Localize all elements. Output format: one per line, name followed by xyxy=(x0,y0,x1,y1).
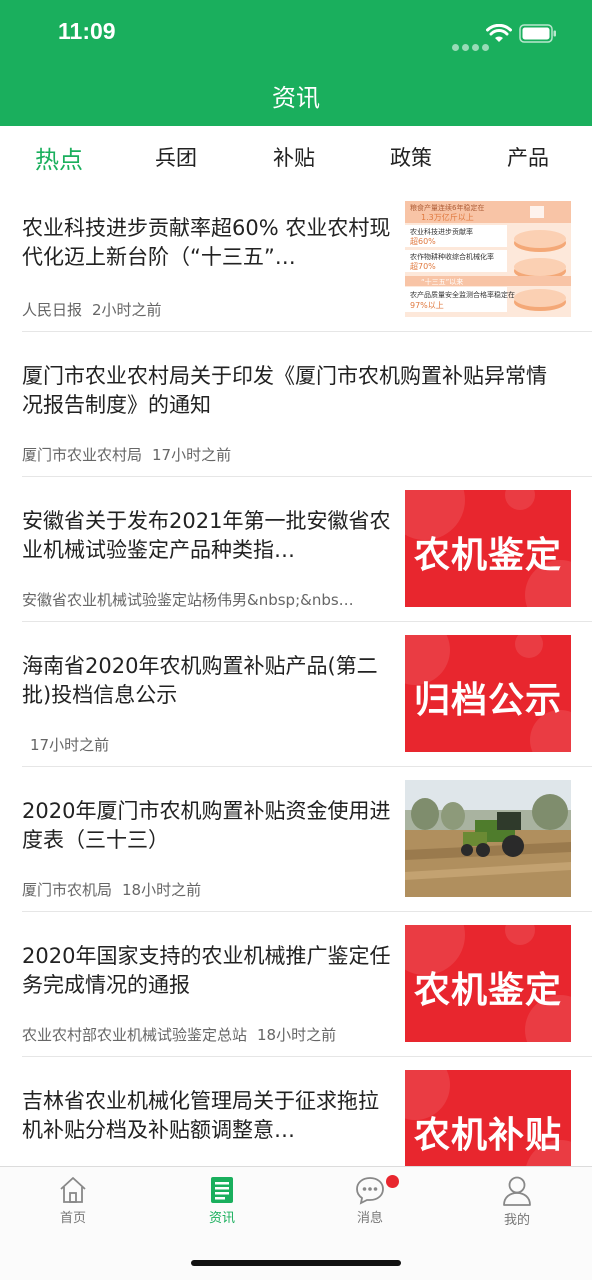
list-item[interactable]: 厦门市农业农村局关于印发《厦门市农机购置补贴异常情况报告制度》的通知 厦门市农业… xyxy=(0,332,592,477)
article-source: 厦门市农业农村局 xyxy=(22,446,143,464)
article-source: 人民日报 xyxy=(22,301,83,319)
article-source: 安徽省农业机械试验鉴定站杨伟男&nbsp;&nbs… xyxy=(22,591,354,609)
list-item[interactable]: 2020年厦门市农机购置补贴资金使用进度表（三十三） 厦门市农机局 18小时之前 xyxy=(0,767,592,912)
svg-text:农产品质量安全监测合格率稳定在: 农产品质量安全监测合格率稳定在 xyxy=(410,290,515,299)
news-feed: 农业科技进步贡献率超60% 农业农村现代化迈上新台阶（“十三五”… 人民日报 2小… xyxy=(0,188,592,1166)
article-thumbnail: 农机补贴 xyxy=(405,1070,571,1166)
article-source: 厦门市农机局 xyxy=(22,881,113,899)
article-time: 17小时之前 xyxy=(152,446,232,464)
article-time: 17小时之前 xyxy=(30,736,110,754)
tabbar-home[interactable]: 首页 xyxy=(33,1175,113,1226)
status-bar: 11:09 xyxy=(0,0,592,66)
svg-text:“十三五”以来: “十三五”以来 xyxy=(421,277,463,286)
thumbnail-label: 农机鉴定 xyxy=(413,535,562,576)
list-item[interactable]: 农业科技进步贡献率超60% 农业农村现代化迈上新台阶（“十三五”… 人民日报 2小… xyxy=(0,188,592,332)
article-title: 2020年国家支持的农业机械推广鉴定任务完成情况的通报 xyxy=(22,944,391,997)
article-time: 18小时之前 xyxy=(122,881,202,899)
home-indicator[interactable] xyxy=(191,1260,401,1266)
tab-products[interactable]: 产品 xyxy=(483,142,573,172)
article-title: 安徽省关于发布2021年第一批安徽省农业机械试验鉴定产品种类指… xyxy=(22,509,391,562)
unread-badge xyxy=(386,1175,399,1188)
news-icon xyxy=(211,1177,233,1203)
list-item[interactable]: 2020年国家支持的农业机械推广鉴定任务完成情况的通报 农业农村部农业机械试验鉴… xyxy=(0,912,592,1057)
tabbar-label: 消息 xyxy=(356,1211,383,1226)
tabbar-label: 我的 xyxy=(503,1213,530,1228)
tabbar-news[interactable]: 资讯 xyxy=(182,1175,262,1226)
app-header: 11:09 资讯 xyxy=(0,0,592,126)
article-thumbnail xyxy=(405,780,571,897)
article-thumbnail: 粮食产量连续6年稳定在 1.3万亿斤以上 农业科技进步贡献率 超60% 农作物耕… xyxy=(405,201,571,317)
wifi-icon xyxy=(486,24,512,42)
tabbar-profile[interactable]: 我的 xyxy=(477,1175,557,1228)
thumbnail-label: 归档公示 xyxy=(413,680,562,721)
tab-policy[interactable]: 政策 xyxy=(366,142,456,172)
tab-hot[interactable]: 热点 xyxy=(14,140,104,175)
svg-text:超60%: 超60% xyxy=(410,236,436,246)
page-title: 资讯 xyxy=(272,84,320,112)
article-meta: 厦门市农业农村局 17小时之前 xyxy=(22,444,562,465)
profile-icon xyxy=(503,1176,531,1206)
article-meta: 安徽省农业机械试验鉴定站杨伟男&nbsp;&nbs… xyxy=(22,589,392,610)
article-time: 2小时之前 xyxy=(92,301,162,319)
article-meta: 农业农村部农业机械试验鉴定总站 18小时之前 xyxy=(22,1024,392,1045)
list-item[interactable]: 吉林省农业机械化管理局关于征求拖拉机补贴分档及补贴额调整意… 农机补贴 xyxy=(0,1057,592,1166)
infographic-image: 粮食产量连续6年稳定在 1.3万亿斤以上 农业科技进步贡献率 超60% 农作物耕… xyxy=(405,201,571,317)
article-time: 18小时之前 xyxy=(257,1026,337,1044)
battery-icon xyxy=(519,24,556,43)
thumbnail-label: 农机补贴 xyxy=(413,1115,562,1156)
article-thumbnail: 农机鉴定 xyxy=(405,490,571,607)
svg-text:农作物耕种收综合机械化率: 农作物耕种收综合机械化率 xyxy=(410,252,494,261)
message-icon xyxy=(356,1177,384,1205)
svg-text:超70%: 超70% xyxy=(410,261,436,271)
category-tabs: 热点 兵团 补贴 政策 产品 xyxy=(0,126,592,188)
tab-subsidy[interactable]: 补贴 xyxy=(249,142,339,172)
home-icon xyxy=(60,1177,86,1203)
tabbar-label: 资讯 xyxy=(208,1211,235,1226)
svg-text:农业科技进步贡献率: 农业科技进步贡献率 xyxy=(410,227,473,236)
article-thumbnail: 归档公示 xyxy=(405,635,571,752)
article-source: 农业农村部农业机械试验鉴定总站 xyxy=(22,1026,248,1044)
article-meta: 人民日报 2小时之前 xyxy=(22,299,394,320)
tractor-photo xyxy=(405,780,571,897)
article-title: 厦门市农业农村局关于印发《厦门市农机购置补贴异常情况报告制度》的通知 xyxy=(22,364,547,417)
svg-text:1.3万亿斤以上: 1.3万亿斤以上 xyxy=(421,212,474,222)
list-item[interactable]: 安徽省关于发布2021年第一批安徽省农业机械试验鉴定产品种类指… 安徽省农业机械… xyxy=(0,477,592,622)
article-meta: 厦门市农机局 18小时之前 xyxy=(22,879,392,900)
svg-text:粮食产量连续6年稳定在: 粮食产量连续6年稳定在 xyxy=(410,203,484,212)
svg-text:97%以上: 97%以上 xyxy=(410,301,444,310)
status-time: 11:09 xyxy=(58,18,116,44)
tab-bingtuan[interactable]: 兵团 xyxy=(131,142,221,172)
thumbnail-label: 农机鉴定 xyxy=(413,970,562,1011)
article-thumbnail: 农机鉴定 xyxy=(405,925,571,1042)
tabbar-label: 首页 xyxy=(59,1211,86,1226)
article-title: 农业科技进步贡献率超60% 农业农村现代化迈上新台阶（“十三五”… xyxy=(22,216,391,269)
article-title: 吉林省农业机械化管理局关于征求拖拉机补贴分档及补贴额调整意… xyxy=(22,1089,379,1142)
list-item[interactable]: 海南省2020年农机购置补贴产品(第二批)投档信息公示 17小时之前 归档公示 xyxy=(0,622,592,767)
article-title: 2020年厦门市农机购置补贴资金使用进度表（三十三） xyxy=(22,799,391,852)
article-meta: 17小时之前 xyxy=(30,734,400,755)
article-title: 海南省2020年农机购置补贴产品(第二批)投档信息公示 xyxy=(22,654,378,707)
